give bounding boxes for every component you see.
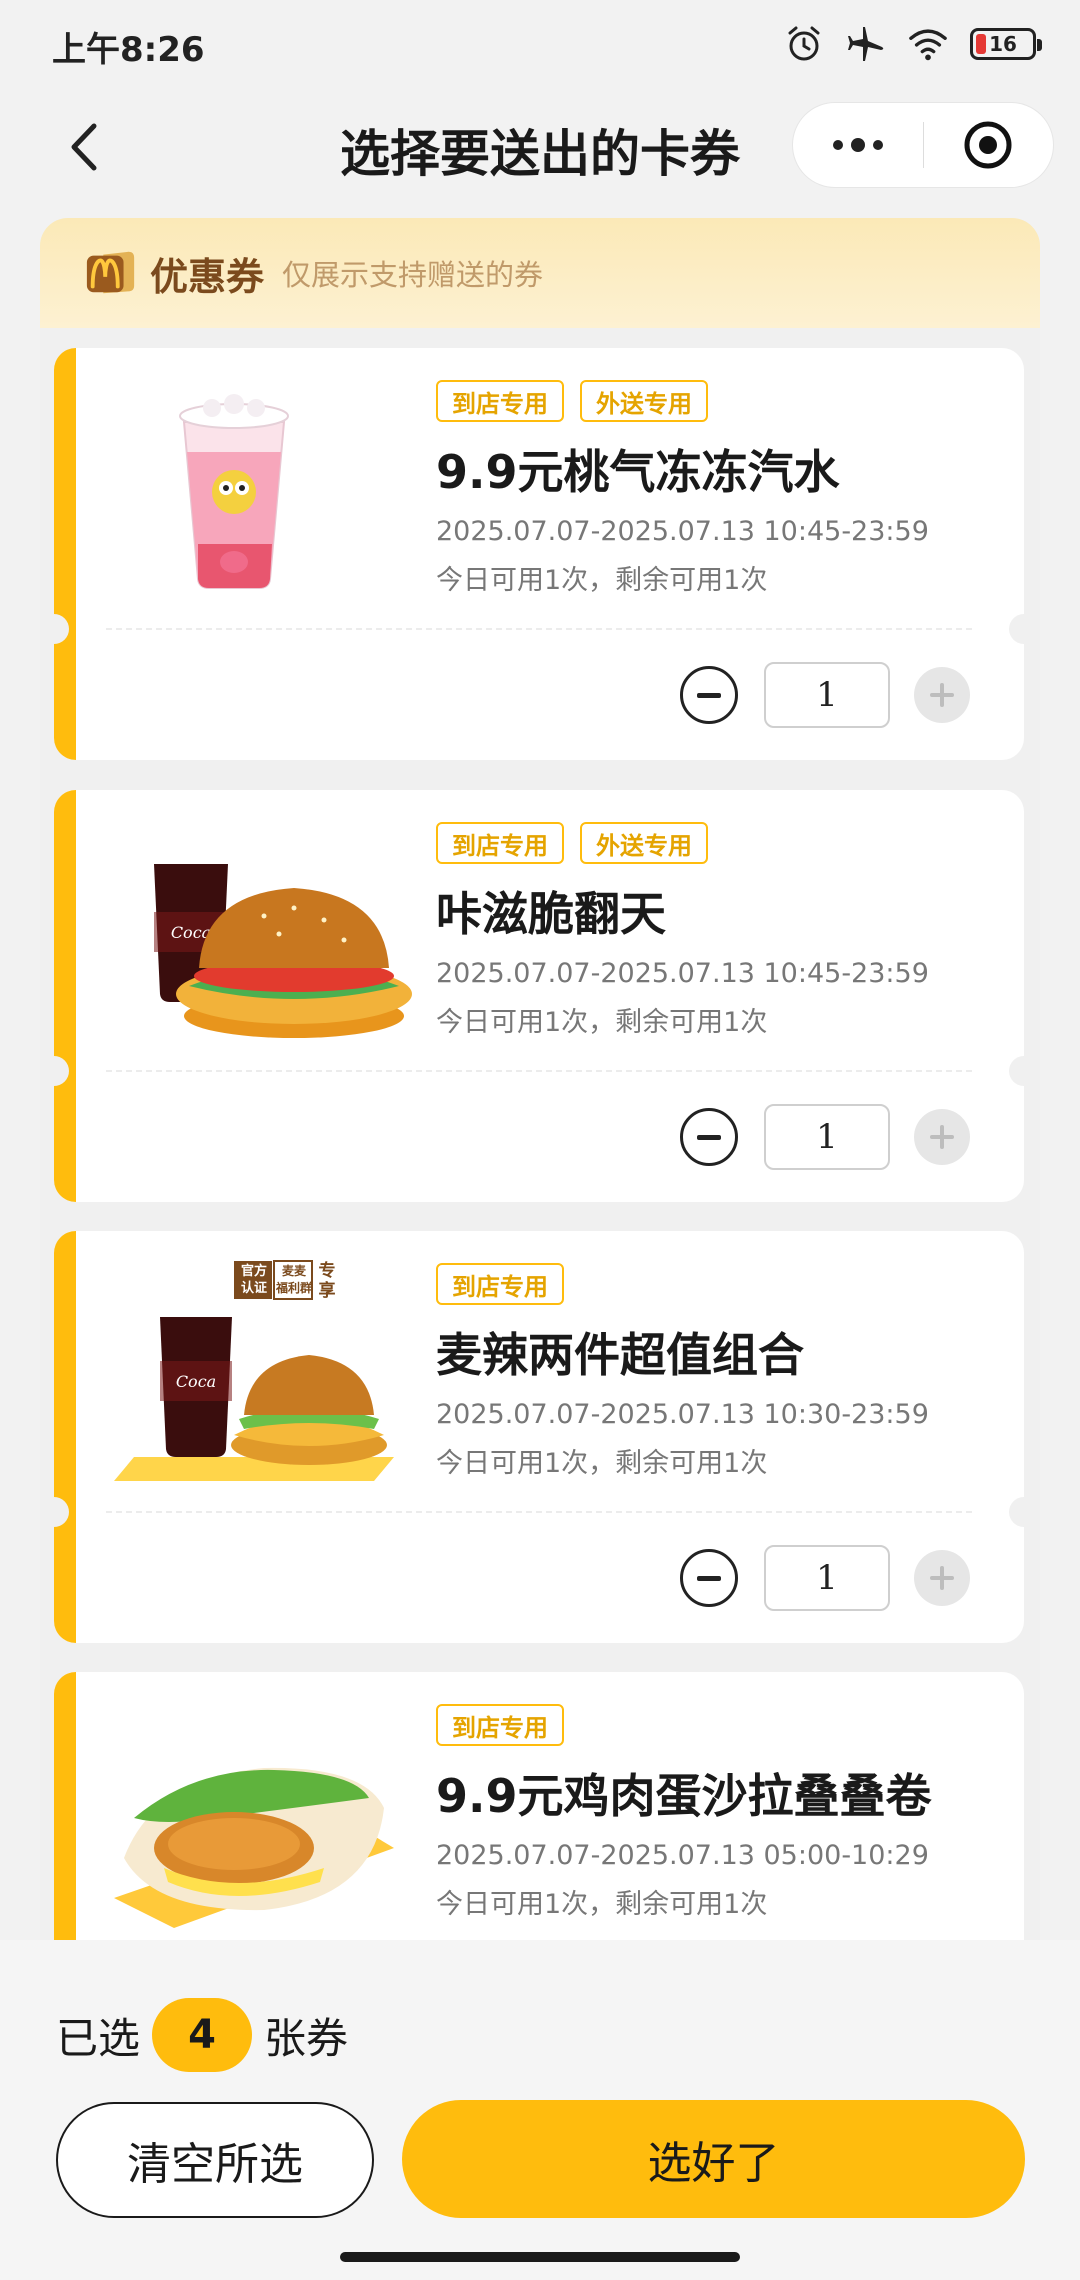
minus-icon xyxy=(697,1575,721,1581)
panel-header: 优惠券 仅展示支持赠送的券 xyxy=(40,218,1040,328)
minus-button[interactable] xyxy=(680,666,738,724)
chicken-wrap-image xyxy=(94,1698,414,1928)
status-bar: 上午8:26 16 xyxy=(0,0,1080,90)
confirm-button[interactable]: 选好了 xyxy=(402,2100,1025,2218)
tag-dine-in: 到店专用 xyxy=(436,822,564,864)
coupon-accent-bar xyxy=(54,1231,76,1643)
plus-button[interactable] xyxy=(914,1109,970,1165)
wifi-icon xyxy=(908,24,948,64)
quantity-field[interactable]: 1 xyxy=(764,1104,890,1170)
coupon-divider xyxy=(106,1070,972,1072)
svg-text:Coca: Coca xyxy=(176,1372,216,1391)
crispy-burger-image: Coca xyxy=(94,816,414,1046)
quantity-stepper: 1 xyxy=(680,662,970,728)
svg-text:Coca: Coca xyxy=(171,923,211,942)
official-badge: 官方 认证 xyxy=(240,1264,267,1296)
coupon-divider xyxy=(106,628,972,630)
quantity-stepper: 1 xyxy=(680,1545,970,1611)
coupon-title: 麦辣两件超值组合 xyxy=(436,1328,804,1382)
exclusive-badge: 专享 xyxy=(318,1261,336,1301)
clear-selection-button[interactable]: 清空所选 xyxy=(56,2102,374,2218)
coupon-card[interactable]: 到店专用 外送专用 9.9元桃气冻冻汽水 2025.07.07-2025.07.… xyxy=(54,348,1024,760)
coupon-panel: 优惠券 仅展示支持赠送的券 到店专用 外送专用 9.9元桃气冻冻汽水 2025.… xyxy=(40,218,1040,1978)
tag-delivery: 外送专用 xyxy=(580,380,708,422)
status-time: 上午8:26 xyxy=(52,30,205,70)
miniprogram-capsule xyxy=(792,102,1054,188)
plus-button[interactable] xyxy=(914,667,970,723)
coupon-validity: 2025.07.07-2025.07.13 10:45-23:59 xyxy=(436,516,929,547)
group-badge: 麦麦 福利群 xyxy=(275,1264,312,1295)
coupon-divider xyxy=(106,1511,972,1513)
quantity-stepper: 1 xyxy=(680,1104,970,1170)
coupon-accent-bar xyxy=(54,348,76,760)
coupon-accent-bar xyxy=(54,790,76,1202)
tag-dine-in: 到店专用 xyxy=(436,380,564,422)
coupon-tags: 到店专用 外送专用 xyxy=(436,822,708,864)
minus-button[interactable] xyxy=(680,1549,738,1607)
mcdonalds-logo-icon xyxy=(84,248,138,298)
selected-summary: 已选 4 张券 xyxy=(56,1998,348,2072)
coupon-usage: 今日可用1次，剩余可用1次 xyxy=(436,1889,768,1920)
panel-title: 优惠券 xyxy=(150,254,265,299)
coupon-tags: 到店专用 外送专用 xyxy=(436,380,708,422)
quantity-field[interactable]: 1 xyxy=(764,1545,890,1611)
coupon-validity: 2025.07.07-2025.07.13 10:45-23:59 xyxy=(436,958,929,989)
coupon-tags: 到店专用 xyxy=(436,1263,564,1305)
tag-dine-in: 到店专用 xyxy=(436,1263,564,1305)
home-indicator xyxy=(340,2252,740,2262)
minus-icon xyxy=(697,692,721,698)
coupon-usage: 今日可用1次，剩余可用1次 xyxy=(436,1448,768,1479)
selected-prefix: 已选 xyxy=(56,2013,141,2063)
coupon-tags: 到店专用 xyxy=(436,1704,564,1746)
coupon-card[interactable]: 到店专用 9.9元鸡肉蛋沙拉叠叠卷 2025.07.07-2025.07.13 … xyxy=(54,1672,1024,1978)
status-icons: 16 xyxy=(784,22,1042,66)
coupon-usage: 今日可用1次，剩余可用1次 xyxy=(436,1007,768,1038)
tag-dine-in: 到店专用 xyxy=(436,1704,564,1746)
battery-level: 16 xyxy=(989,32,1017,56)
battery-icon: 16 xyxy=(970,28,1042,60)
coupon-card[interactable]: Coca 官方 认证 麦麦 福利群 专享 到店专用 麦辣两件超值组合 2025.07… xyxy=(54,1231,1024,1643)
quantity-field[interactable]: 1 xyxy=(764,662,890,728)
minus-icon xyxy=(697,1134,721,1140)
more-button[interactable] xyxy=(793,102,923,188)
coupon-title: 9.9元桃气冻冻汽水 xyxy=(436,445,840,499)
close-miniprogram-button[interactable] xyxy=(924,102,1054,188)
peach-soda-image xyxy=(94,374,414,604)
plus-button[interactable] xyxy=(914,1550,970,1606)
coupon-validity: 2025.07.07-2025.07.13 10:30-23:59 xyxy=(436,1399,929,1430)
coupon-accent-bar xyxy=(54,1672,76,1978)
selected-count-badge: 4 xyxy=(152,1998,253,2072)
more-dots-icon xyxy=(832,138,883,152)
coupon-validity: 2025.07.07-2025.07.13 05:00-10:29 xyxy=(436,1840,929,1871)
nav-bar: 选择要送出的卡券 xyxy=(0,90,1080,202)
target-close-icon xyxy=(964,121,1012,169)
panel-subtitle: 仅展示支持赠送的券 xyxy=(282,258,544,292)
tag-delivery: 外送专用 xyxy=(580,822,708,864)
coupon-title: 9.9元鸡肉蛋沙拉叠叠卷 xyxy=(436,1769,932,1823)
airplane-icon xyxy=(846,24,886,64)
minus-button[interactable] xyxy=(680,1108,738,1166)
coupon-title: 咔滋脆翻天 xyxy=(436,887,666,941)
bottom-action-bar: 已选 4 张券 清空所选 选好了 xyxy=(0,1940,1080,2280)
alarm-icon xyxy=(784,24,824,64)
selected-suffix: 张券 xyxy=(264,2013,349,2063)
coupon-card[interactable]: Coca 到店专用 外送专用 咔滋脆翻天 2025.07.07-2025.07.… xyxy=(54,790,1024,1202)
spicy-burger-combo-image: Coca 官方 认证 麦麦 福利群 专享 xyxy=(94,1257,414,1487)
coupon-usage: 今日可用1次，剩余可用1次 xyxy=(436,565,768,596)
